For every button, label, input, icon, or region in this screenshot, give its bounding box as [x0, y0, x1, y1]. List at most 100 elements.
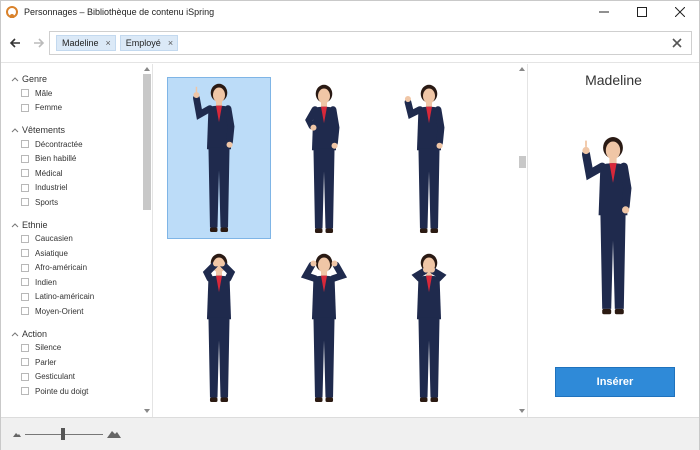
filter-group-header[interactable]: Vêtements — [11, 123, 152, 137]
filter-option[interactable]: Médical — [21, 166, 152, 181]
filter-option[interactable]: Mâle — [21, 86, 152, 101]
filter-checkbox[interactable] — [21, 372, 29, 381]
preview-panel: Madeline Insérer — [528, 64, 699, 417]
filter-checkbox[interactable] — [21, 154, 29, 163]
filter-checkbox[interactable] — [21, 263, 29, 272]
character-cell[interactable] — [272, 246, 376, 408]
scroll-down-icon — [519, 409, 525, 413]
filter-checkbox[interactable] — [21, 140, 29, 149]
character-figure — [193, 83, 235, 232]
sidebar-scrollbar[interactable] — [141, 64, 152, 417]
zoom-large-icon — [107, 431, 121, 438]
scroll-up-icon — [519, 67, 525, 71]
filter-option[interactable]: Indien — [21, 275, 152, 290]
search-input[interactable] — [182, 34, 667, 52]
filter-option[interactable]: Pointe du doigt — [21, 384, 152, 399]
title-bar: Personnages – Bibliothèque de contenu iS… — [1, 1, 699, 23]
forward-button[interactable] — [29, 33, 49, 53]
chevron-up-icon — [11, 77, 19, 82]
filter-sidebar: Genre Mâle Femme Vêtements Décontractée Bien … — [1, 64, 153, 417]
filter-checkbox[interactable] — [21, 169, 29, 178]
filter-option[interactable]: Asiatique — [21, 246, 152, 261]
filter-option-label: Asiatique — [35, 248, 68, 258]
filter-option-label: Gesticulant — [35, 372, 76, 382]
character-cell[interactable] — [167, 77, 271, 239]
filter-option-label: Afro-américain — [35, 263, 88, 273]
minimize-button[interactable] — [585, 1, 623, 23]
character-cell[interactable] — [272, 77, 376, 239]
filter-option-label: Mâle — [35, 88, 53, 98]
zoom-small-icon — [13, 433, 21, 437]
search-box[interactable]: Madeline × Employé × — [49, 31, 692, 55]
grid-scroll-thumb[interactable] — [519, 156, 526, 168]
filter-checkbox[interactable] — [21, 358, 29, 367]
window-controls — [585, 1, 699, 23]
filter-option[interactable]: Bien habillé — [21, 152, 152, 167]
filter-option[interactable]: Gesticulant — [21, 370, 152, 385]
filter-option-label: Industriel — [35, 183, 68, 193]
preview-image — [568, 102, 658, 372]
back-button[interactable] — [5, 33, 25, 53]
close-button[interactable] — [661, 1, 699, 23]
zoom-slider-thumb[interactable] — [61, 428, 65, 440]
preview-character-name: Madeline — [585, 72, 642, 88]
search-tags: Madeline × Employé × — [56, 35, 182, 51]
character-cell[interactable] — [167, 246, 271, 408]
footer-bar — [1, 417, 699, 450]
search-tag: Employé × — [119, 35, 179, 51]
filter-option-label: Latino-américain — [35, 292, 95, 302]
filter-checkbox[interactable] — [21, 278, 29, 287]
filter-checkbox[interactable] — [21, 387, 29, 396]
filter-checkbox[interactable] — [21, 249, 29, 258]
filter-option[interactable]: Sports — [21, 195, 152, 210]
filter-checkbox[interactable] — [21, 183, 29, 192]
filter-group-label: Vêtements — [22, 125, 66, 135]
filter-option[interactable]: Décontractée — [21, 137, 152, 152]
filter-group-label: Action — [22, 328, 48, 339]
filter-option-label: Moyen-Orient — [35, 306, 84, 316]
remove-tag-icon[interactable]: × — [168, 38, 173, 48]
filter-checkbox[interactable] — [21, 343, 29, 352]
chevron-up-icon — [11, 222, 19, 227]
filter-option[interactable]: Femme — [21, 101, 152, 116]
character-figure — [202, 253, 236, 402]
filter-checkbox[interactable] — [21, 89, 29, 98]
filter-checkbox[interactable] — [21, 103, 29, 112]
insert-button[interactable]: Insérer — [555, 367, 675, 397]
filter-option[interactable]: Caucasien — [21, 232, 152, 247]
filter-group-header[interactable]: Genre — [11, 72, 152, 86]
filter-group-header[interactable]: Ethnie — [11, 218, 152, 232]
filter-checkbox[interactable] — [21, 292, 29, 301]
scroll-up-icon — [144, 67, 150, 71]
clear-icon — [672, 38, 682, 48]
clear-search-button[interactable] — [667, 33, 687, 53]
close-icon — [675, 7, 685, 17]
filter-option[interactable]: Afro-américain — [21, 261, 152, 276]
filter-checkbox[interactable] — [21, 234, 29, 243]
character-cell[interactable] — [377, 77, 481, 239]
sidebar-scroll-thumb[interactable] — [143, 74, 151, 210]
filter-option-label: Femme — [35, 103, 63, 113]
filter-option[interactable]: Moyen-Orient — [21, 304, 152, 319]
character-cell[interactable] — [377, 246, 481, 408]
filter-option[interactable]: Latino-américain — [21, 290, 152, 305]
filter-option-label: Caucasien — [35, 234, 73, 244]
maximize-button[interactable] — [623, 1, 661, 23]
filter-checkbox[interactable] — [21, 198, 29, 207]
filter-option[interactable]: Industriel — [21, 181, 152, 196]
filter-option[interactable]: Silence — [21, 341, 152, 356]
filter-option-label: Sports — [35, 197, 59, 207]
filter-option-label: Indien — [35, 277, 57, 287]
filter-group-label: Ethnie — [22, 219, 48, 230]
character-figure — [411, 253, 447, 402]
arrow-left-icon — [9, 37, 20, 48]
filter-option-label: Médical — [35, 168, 63, 178]
filter-option[interactable]: Parler — [21, 355, 152, 370]
filter-checkbox[interactable] — [21, 307, 29, 316]
remove-tag-icon[interactable]: × — [106, 38, 111, 48]
arrow-right-icon — [34, 37, 45, 48]
filter-group-header[interactable]: Action — [11, 327, 152, 341]
character-figure — [300, 253, 348, 402]
filter-list: Genre Mâle Femme Vêtements Décontractée Bien … — [1, 72, 152, 399]
grid-scrollbar[interactable] — [517, 64, 528, 417]
